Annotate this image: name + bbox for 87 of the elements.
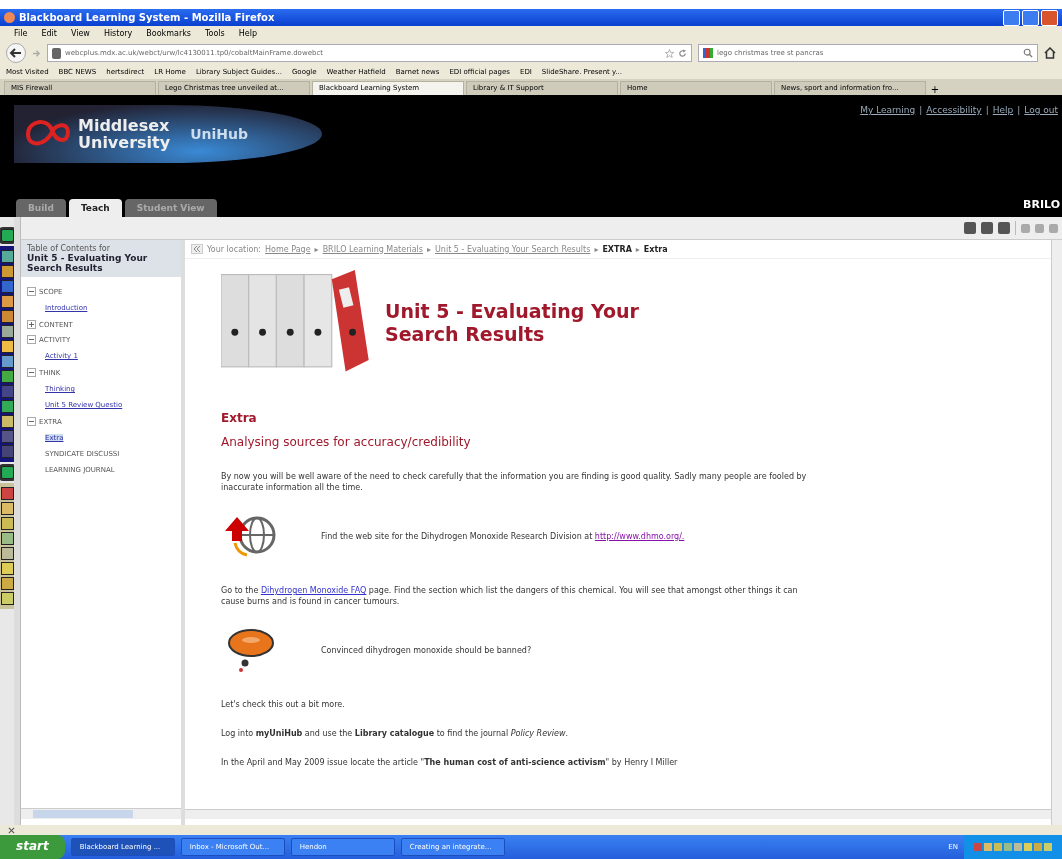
link-separator: | — [919, 105, 923, 115]
breadcrumb-separator: ▸ — [594, 244, 599, 254]
menu-item[interactable]: Help — [238, 29, 257, 38]
tool-icon[interactable] — [0, 295, 14, 308]
tool-icon[interactable] — [0, 466, 14, 479]
logo-text: Middlesex — [78, 117, 171, 134]
paragraph: In the April and May 2009 issue locate the article "The human cost of anti-science activism" by Henry I Miller — [221, 757, 679, 768]
tool-icon[interactable] — [0, 250, 14, 263]
site-icon — [52, 47, 61, 59]
breadcrumb-current: Extra — [643, 244, 668, 254]
link-separator: | — [985, 105, 989, 115]
tool-icon[interactable] — [0, 325, 14, 338]
reload-icon[interactable] — [678, 48, 687, 58]
back-button[interactable] — [6, 43, 26, 63]
horizontal-scrollbar[interactable] — [21, 808, 181, 819]
course-code: BRILO — [1023, 198, 1061, 213]
paragraph: Go to the Dihydrogen Monoxide FAQ page. Find the section which list the dangers of this chemical. You will see that amongst other things it can cause burns and is found in cancer tumours. — [221, 585, 799, 607]
toc-title: Unit 5 - Evaluating Your Search Results — [27, 253, 149, 273]
search-engine-icon — [703, 48, 713, 58]
menu-item[interactable]: Tools — [205, 29, 225, 38]
breadcrumb-separator: ▸ — [635, 244, 640, 254]
breadcrumb-current: EXTRA — [602, 244, 632, 254]
paragraph: Find the web site for the Dihydrogen Monoxide Research Division at http://www.dhmo.org/. — [321, 531, 685, 541]
header-link[interactable]: Accessibility — [926, 105, 982, 115]
paragraph: Let's check this out a bit more. — [221, 699, 346, 710]
collapse-icon[interactable] — [27, 368, 36, 377]
breadcrumb-link[interactable]: Home Page — [265, 244, 311, 254]
tool-icon[interactable] — [0, 265, 14, 278]
vertical-scrollbar[interactable] — [1051, 240, 1062, 825]
tool-icon[interactable] — [0, 400, 14, 413]
header-link[interactable]: Log out — [1024, 105, 1058, 115]
tool-icon[interactable] — [0, 562, 14, 575]
paragraph: Log into myUniHub and use the Library catalogue to find the journal Policy Review. — [221, 728, 570, 739]
star-icon[interactable] — [665, 48, 674, 58]
home-icon[interactable] — [1044, 47, 1056, 59]
paragraph: By now you will be well aware of the need to check carefully that the information you are finding is good quality. Sadly many people are fooled by inaccurate information all the time. — [221, 471, 808, 493]
breadcrumb-separator: ▸ — [427, 244, 431, 254]
header-link[interactable]: Help — [992, 105, 1014, 115]
collapse-panel-button[interactable] — [191, 244, 203, 254]
menu-item[interactable]: History — [103, 29, 133, 38]
paragraph: Convinced dihydrogen monoxide should be banned? — [321, 645, 532, 655]
product-name: UniHub — [190, 126, 248, 142]
faq-link[interactable]: Dihydrogen Monoxide FAQ — [260, 586, 367, 595]
menu-item[interactable]: Bookmarks — [146, 29, 192, 38]
tool-icon[interactable] — [0, 502, 14, 515]
menu-item[interactable]: File — [14, 29, 28, 38]
breadcrumb-link[interactable]: Unit 5 - Evaluating Your Search Results — [435, 244, 591, 254]
start-button[interactable]: start — [0, 835, 65, 859]
header-link[interactable]: My Learning — [860, 105, 916, 115]
horizontal-scrollbar[interactable] — [185, 809, 1051, 819]
new-tab-button[interactable]: + — [928, 84, 942, 95]
collapse-icon[interactable] — [27, 287, 36, 296]
breadcrumb-label: Your location: — [207, 244, 262, 254]
tool-icon[interactable] — [0, 592, 14, 605]
section-subtitle: Analysing sources for accuracy/credibility — [221, 435, 472, 449]
tool-icon[interactable] — [0, 310, 14, 323]
tool-icon[interactable] — [0, 370, 14, 383]
tool-icon[interactable] — [0, 487, 14, 500]
close-icon[interactable] — [8, 826, 15, 834]
menu-item[interactable]: View — [70, 29, 90, 38]
website-link[interactable]: http://www.dhmo.org/. — [594, 531, 685, 541]
tool-icon[interactable] — [0, 415, 14, 428]
tool-icon[interactable] — [0, 577, 14, 590]
page-title: Unit 5 - Evaluating Your Search Results — [385, 300, 640, 346]
toc-heading: Table of Contents for — [27, 244, 111, 253]
window-title: Blackboard Learning System - Mozilla Firefox — [19, 12, 276, 23]
tool-icon[interactable] — [0, 517, 14, 530]
collapse-icon[interactable] — [27, 417, 36, 426]
tool-icon[interactable] — [0, 532, 14, 545]
collapse-icon[interactable] — [27, 335, 36, 344]
tool-icon[interactable] — [0, 355, 14, 368]
maximize-button[interactable] — [1022, 9, 1039, 26]
close-button[interactable] — [1041, 9, 1058, 26]
mode-tab[interactable]: Teach — [68, 199, 122, 217]
menu-item[interactable]: Edit — [41, 29, 57, 38]
logo-text: University — [78, 134, 171, 151]
breadcrumb-link[interactable]: BRILO Learning Materials — [322, 244, 423, 254]
section-heading: Extra — [221, 411, 258, 425]
tool-icon[interactable] — [0, 547, 14, 560]
tool-icon[interactable] — [0, 340, 14, 353]
link-separator: | — [1017, 105, 1021, 115]
browser-icon — [4, 12, 15, 23]
minimize-button[interactable] — [1003, 9, 1020, 26]
breadcrumb-separator: ▸ — [314, 244, 319, 254]
search-icon[interactable] — [1023, 48, 1033, 58]
expand-icon[interactable] — [27, 320, 36, 329]
tool-icon[interactable] — [0, 229, 14, 242]
